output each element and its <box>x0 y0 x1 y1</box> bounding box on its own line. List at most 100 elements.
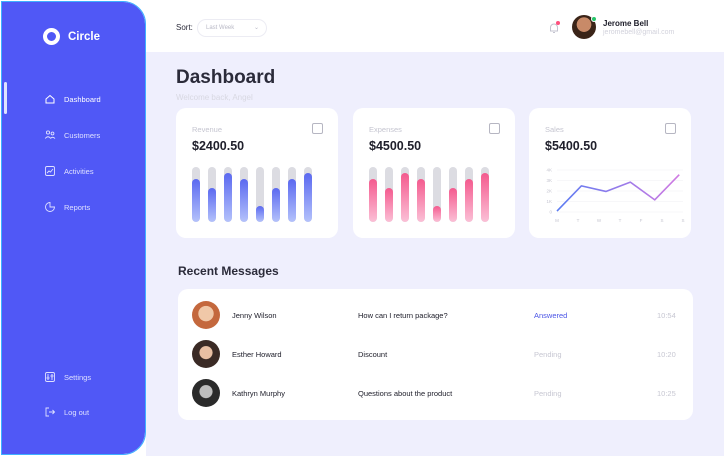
expenses-card[interactable]: Expenses $4500.50 <box>353 108 515 238</box>
bar <box>385 188 393 222</box>
sidebar-item-dashboard[interactable]: Dashboard <box>44 93 101 105</box>
message-time: 10:25 <box>657 389 676 398</box>
bar-track <box>304 167 312 222</box>
sidebar-item-label: Settings <box>64 372 92 382</box>
x-tick-label: M <box>555 218 559 223</box>
message-time: 10:20 <box>657 350 676 359</box>
brand-name: Circle <box>68 30 100 43</box>
recent-messages-title: Recent Messages <box>178 264 279 278</box>
card-value: $2400.50 <box>192 139 245 153</box>
bar <box>401 173 409 222</box>
bar <box>288 179 296 222</box>
message-row[interactable]: Kathryn Murphy Questions about the produ… <box>178 375 693 411</box>
x-tick-label: S <box>660 218 663 223</box>
x-tick-label: T <box>619 218 622 223</box>
home-icon <box>45 94 55 104</box>
sidebar-item-settings[interactable]: Settings <box>44 371 91 383</box>
decline-icon <box>489 123 500 134</box>
bar-track <box>433 167 441 222</box>
user-name: Jerome Bell <box>603 19 649 28</box>
bar-track <box>369 167 377 222</box>
message-row[interactable]: Esther Howard Discount Pending 10:20 <box>178 336 693 372</box>
card-label: Expenses <box>369 125 402 134</box>
user-email: jeromebell@gmail.com <box>603 29 675 36</box>
y-tick-label: 2K <box>546 189 552 194</box>
message-text: How can I return package? <box>358 311 448 320</box>
bar <box>481 173 489 222</box>
sidebar-item-label: Log out <box>64 407 90 417</box>
bar <box>417 179 425 222</box>
x-tick-label: T <box>577 218 580 223</box>
y-tick-label: 0 <box>549 210 552 215</box>
bar-track <box>417 167 425 222</box>
message-time: 10:54 <box>657 311 676 320</box>
logout-icon <box>45 407 56 417</box>
notification-dot <box>556 21 560 25</box>
sidebar-item-label: Activities <box>64 166 94 176</box>
revenue-card[interactable]: Revenue $2400.50 <box>176 108 338 238</box>
bar <box>433 206 441 222</box>
sort-dropdown[interactable]: Last Week ⌄ <box>197 19 267 37</box>
bar <box>465 179 473 222</box>
card-label: Sales <box>545 125 564 134</box>
card-value: $5400.50 <box>545 139 598 153</box>
y-tick-label: 1K <box>546 199 552 204</box>
x-tick-label: W <box>597 218 602 223</box>
y-tick-label: 4K <box>546 168 552 173</box>
sales-line-chart: 4K 3K 2K 1K 0M T W T F S S <box>546 168 684 224</box>
avatar <box>192 301 220 329</box>
page-subtitle: Welcome back, Angel <box>176 93 253 102</box>
bar-track <box>401 167 409 222</box>
page-title: Dashboard <box>176 67 276 88</box>
pie-chart-icon <box>45 202 55 212</box>
bar-track <box>288 167 296 222</box>
bar-track <box>256 167 264 222</box>
message-row[interactable]: Jenny Wilson How can I return package? A… <box>178 297 693 333</box>
messages-list: Jenny Wilson How can I return package? A… <box>178 289 693 420</box>
message-status: Answered <box>534 311 568 320</box>
chevron-down-icon: ⌄ <box>253 25 259 31</box>
message-text: Questions about the product <box>358 389 453 398</box>
bar <box>369 179 377 222</box>
brand-logo[interactable]: Circle <box>43 28 100 45</box>
bar-chart-icon <box>665 123 676 134</box>
active-nav-indicator <box>4 82 7 114</box>
bar-track <box>272 167 280 222</box>
sidebar-item-reports[interactable]: Reports <box>44 201 90 213</box>
sidebar-item-customers[interactable]: Customers <box>44 129 100 141</box>
sidebar-item-label: Dashboard <box>64 94 101 104</box>
bar-track <box>481 167 489 222</box>
growth-icon <box>312 123 323 134</box>
people-icon <box>44 130 56 139</box>
bar <box>256 206 264 222</box>
bar-track <box>240 167 248 222</box>
main-content: Dashboard Welcome back, Angel Revenue $2… <box>146 52 724 456</box>
bar <box>192 179 200 222</box>
bar <box>240 179 248 222</box>
bar <box>208 188 216 222</box>
sidebar-item-logout[interactable]: Log out <box>44 406 89 418</box>
message-sender: Jenny Wilson <box>232 311 277 320</box>
sidebar: Circle Dashboard Customers Activities Re… <box>1 1 146 455</box>
sales-card[interactable]: Sales $5400.50 4K 3K 2K 1K 0 M T W T F S S <box>529 108 691 238</box>
sidebar-item-activities[interactable]: Activities <box>44 165 94 177</box>
message-text: Discount <box>358 350 388 359</box>
sidebar-item-label: Reports <box>64 202 91 212</box>
card-value: $4500.50 <box>369 139 422 153</box>
x-tick-label: F <box>640 218 643 223</box>
sidebar-item-label: Customers <box>64 130 101 140</box>
sort-value: Last Week <box>206 25 235 31</box>
revenue-bar-chart <box>192 167 318 222</box>
message-status: Pending <box>534 350 562 359</box>
avatar <box>192 379 220 407</box>
message-sender: Esther Howard <box>232 350 282 359</box>
topbar: Sort: Last Week ⌄ Jerome Bell jeromebell… <box>146 4 724 52</box>
bar <box>304 173 312 222</box>
message-status: Pending <box>534 389 562 398</box>
bar <box>272 188 280 222</box>
activity-chart-icon <box>45 166 55 176</box>
bar-track <box>449 167 457 222</box>
bar <box>224 173 232 222</box>
sales-series-line <box>556 174 680 212</box>
bar-track <box>224 167 232 222</box>
